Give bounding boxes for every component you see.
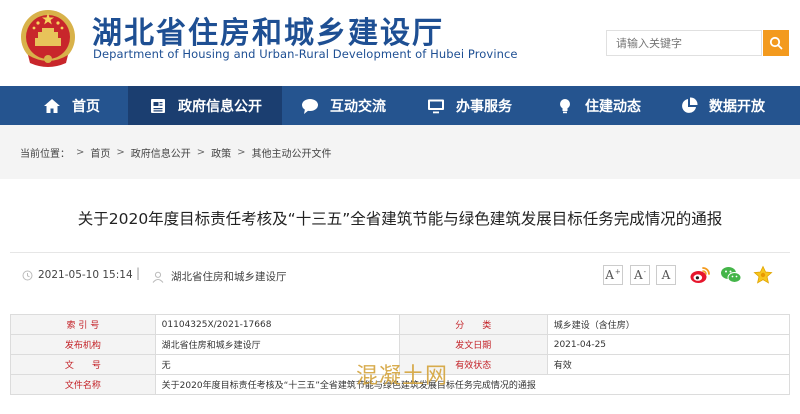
breadcrumb: 当前位置： > 首页 > 政府信息公开 > 政策 > 其他主动公开文件 bbox=[20, 145, 332, 160]
table-row: 发布机构 湖北省住房和城乡建设厅 发文日期 2021-04-25 bbox=[10, 334, 791, 355]
pie-chart-icon bbox=[679, 96, 699, 116]
meta-divider bbox=[10, 252, 790, 253]
search-button[interactable] bbox=[763, 30, 789, 56]
national-emblem-icon bbox=[21, 10, 75, 67]
nav-label: 首页 bbox=[72, 98, 100, 115]
validity-value: 有效 bbox=[546, 354, 791, 375]
nav-item-services[interactable]: 办事服务 bbox=[407, 86, 533, 125]
breadcrumb-item-home[interactable]: 首页 bbox=[90, 145, 110, 160]
search-icon bbox=[769, 36, 783, 50]
font-default-label: A- bbox=[633, 268, 647, 282]
search-input[interactable] bbox=[606, 30, 762, 56]
breadcrumb-item-other-files[interactable]: 其他主动公开文件 bbox=[252, 145, 332, 160]
nav-item-gov-info[interactable]: 政府信息公开 bbox=[128, 86, 282, 125]
font-smaller-label: A bbox=[661, 268, 671, 282]
monitor-icon bbox=[426, 96, 446, 116]
wechat-icon bbox=[721, 267, 742, 283]
date-value: 2021-04-25 bbox=[546, 334, 791, 355]
main-nav: 首页 政府信息公开 互动交流 办事服务 住建动态 数据开放 bbox=[0, 86, 800, 125]
date-label: 发文日期 bbox=[398, 334, 548, 355]
article-title: 关于2020年度目标责任考核及“十三五”全省建筑节能与绿色建筑发展目标任务完成情… bbox=[77, 210, 723, 228]
article-source-text: 湖北省住房和城乡建设厅 bbox=[171, 271, 287, 283]
meta-separator: | bbox=[136, 266, 141, 280]
star-icon bbox=[753, 265, 773, 284]
breadcrumb-item-policy[interactable]: 政策 bbox=[211, 145, 231, 160]
favorite-button[interactable] bbox=[752, 264, 774, 286]
weibo-icon bbox=[690, 267, 710, 283]
breadcrumb-separator: > bbox=[196, 147, 206, 158]
nav-item-news[interactable]: 住建动态 bbox=[533, 86, 657, 125]
lightbulb-icon bbox=[555, 96, 575, 116]
publish-date: 2021-05-10 15:14 bbox=[22, 269, 133, 281]
table-row: 索 引 号 01104325X/2021-17668 分 类 城乡建设（含住房） bbox=[10, 314, 791, 335]
article-source: 湖北省住房和城乡建设厅 bbox=[152, 269, 287, 284]
breadcrumb-separator: > bbox=[116, 147, 125, 158]
font-size-default-button[interactable]: A- bbox=[630, 265, 650, 285]
breadcrumb-separator: > bbox=[76, 147, 85, 158]
publish-date-text: 2021-05-10 15:14 bbox=[38, 269, 133, 281]
index-label: 索 引 号 bbox=[10, 314, 156, 335]
filename-label: 文件名称 bbox=[10, 374, 156, 395]
nav-item-interaction[interactable]: 互动交流 bbox=[282, 86, 407, 125]
nav-label: 数据开放 bbox=[709, 98, 765, 115]
share-wechat-button[interactable] bbox=[720, 264, 742, 286]
category-label: 分 类 bbox=[398, 314, 548, 335]
site-header: 湖北省住房和城乡建设厅 Department of Housing and Ur… bbox=[0, 0, 800, 86]
font-larger-label: A+ bbox=[605, 268, 621, 282]
nav-label: 住建动态 bbox=[585, 98, 641, 115]
nav-label: 办事服务 bbox=[456, 98, 512, 115]
breadcrumb-item-gov-info[interactable]: 政府信息公开 bbox=[131, 145, 191, 160]
font-size-larger-button[interactable]: A+ bbox=[603, 265, 623, 285]
filename-value: 关于2020年度目标责任考核及“十三五”全省建筑节能与绿色建筑发展目标任务完成情… bbox=[154, 374, 791, 395]
docno-label: 文 号 bbox=[10, 354, 156, 375]
site-title: 湖北省住房和城乡建设厅 bbox=[92, 16, 444, 51]
category-value: 城乡建设（含住房） bbox=[546, 314, 791, 335]
document-icon bbox=[148, 96, 168, 116]
breadcrumb-prefix: 当前位置： bbox=[20, 149, 70, 160]
site-subtitle: Department of Housing and Urban-Rural De… bbox=[93, 47, 518, 61]
nav-label: 互动交流 bbox=[330, 98, 386, 115]
issuer-label: 发布机构 bbox=[10, 334, 156, 355]
font-size-smaller-button[interactable]: A bbox=[656, 265, 676, 285]
watermark-text: 混凝土网 bbox=[356, 364, 449, 389]
chat-icon bbox=[300, 96, 320, 116]
nav-item-open-data[interactable]: 数据开放 bbox=[657, 86, 800, 125]
home-icon bbox=[42, 96, 62, 116]
breadcrumb-separator: > bbox=[237, 147, 246, 158]
issuer-value: 湖北省住房和城乡建设厅 bbox=[154, 334, 400, 355]
clock-icon bbox=[22, 270, 33, 280]
nav-item-home[interactable]: 首页 bbox=[0, 86, 128, 125]
index-value: 01104325X/2021-17668 bbox=[154, 314, 400, 335]
nav-label: 政府信息公开 bbox=[178, 98, 262, 115]
user-icon bbox=[152, 271, 164, 283]
share-weibo-button[interactable] bbox=[689, 264, 711, 286]
